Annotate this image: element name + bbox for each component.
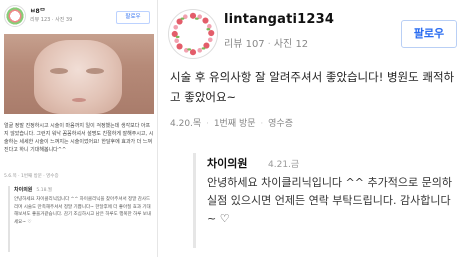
avatar[interactable] — [168, 9, 218, 59]
visit-date: 4.20.목 — [170, 119, 202, 129]
photo-count: 사진 12 — [273, 39, 309, 50]
left-review-text: 얼굴 정말 진정하시고 시술이 마음까지 일이 걱정했는데 생각보다 아프지 않… — [4, 123, 154, 153]
visit-divider: · — [260, 119, 264, 129]
stats-divider: · — [267, 39, 271, 50]
left-reply-header: 차이의원 5.18.월 — [14, 186, 152, 193]
visit-info: 4.20.목 · 1번째 방문 · 영수증 — [170, 116, 293, 129]
reply-author: 차이의원 — [207, 157, 248, 170]
left-owner-reply: 차이의원 5.18.월 안녕하세요 차이클리닉입니다 ^^ 차이클리닉을 찾아주셔… — [8, 186, 152, 252]
receipt-label: 영수증 — [268, 119, 293, 129]
review-count: 리뷰 107 — [224, 39, 265, 50]
flower-wreath-icon — [169, 10, 217, 58]
face-image — [34, 40, 122, 114]
visit-count: 1번째 방문 — [213, 119, 256, 129]
left-review-card: ㅂ8ᄆ 리뷰 123 · 사진 39 팔로우 얼굴 정말 진정하시고 시술이 마… — [0, 0, 158, 257]
review-photo[interactable] — [4, 34, 154, 114]
left-follow-button[interactable]: 팔로우 — [116, 11, 150, 24]
reply-divider — [193, 153, 196, 248]
user-stats: 리뷰 107 · 사진 12 — [224, 35, 308, 50]
left-avatar[interactable] — [4, 5, 26, 27]
left-username[interactable]: ㅂ8ᄆ — [30, 6, 45, 15]
username[interactable]: lintangati1234 — [224, 12, 334, 27]
visit-divider: · — [206, 119, 209, 129]
review-text: 시술 후 유의사항 잘 알려주셔서 좋았습니다! 병원도 쾌적하고 좋았어요~ — [170, 70, 455, 104]
left-reply-text: 안녕하세요 차이클리닉입니다 ^^ 차이클리닉을 찾아주셔서 정말 감사드리며 … — [14, 197, 152, 225]
follow-button[interactable]: 팔로우 — [401, 20, 457, 48]
left-user-meta: 리뷰 123 · 사진 39 — [30, 17, 73, 23]
left-visit-info: 5.6.목 · 1번째 방문 · 영수증 — [4, 174, 59, 179]
reply-date: 4.21.금 — [268, 160, 300, 170]
left-reply-name: 차이의원 — [14, 187, 33, 193]
review-card: lintangati1234 리뷰 107 · 사진 12 팔로우 시술 후 유의사… — [160, 0, 466, 257]
reply-text: 안녕하세요 차이클리닉입니다 ^^ 추가적으로 문의하실점 있으시면 언제든 연… — [207, 176, 452, 225]
left-reply-date: 5.18.월 — [36, 188, 52, 193]
owner-reply: 차이의원 4.21.금 안녕하세요 차이클리닉입니다 ^^ 추가적으로 문의하실… — [193, 150, 461, 250]
